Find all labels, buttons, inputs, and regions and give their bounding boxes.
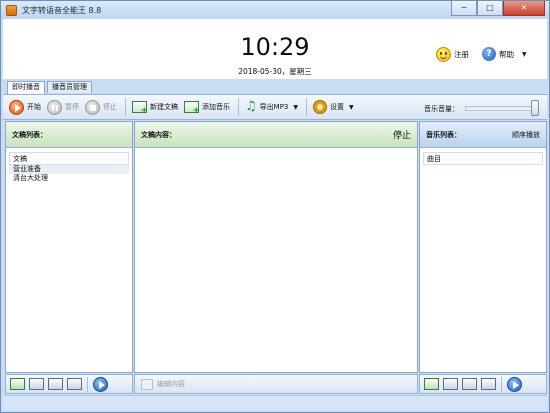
toolbar-divider — [125, 98, 126, 116]
toolbar-divider — [306, 98, 307, 116]
document-list-title: 文稿列表： — [6, 122, 132, 148]
volume-slider-track[interactable] — [465, 106, 539, 111]
music-list-title: 音乐列表： — [426, 130, 461, 139]
toolbar-divider — [238, 98, 239, 116]
document-content-title: 文稿内容： — [141, 130, 176, 139]
content-edit-toolbar: 编辑内容 — [134, 374, 418, 394]
export-mp3-label: 导出MP3 — [259, 103, 289, 111]
pause-button[interactable]: 暂停 — [47, 99, 79, 115]
stop-label: 停止 — [103, 103, 117, 111]
register-label: 注册 — [454, 50, 469, 59]
document-column-header[interactable]: 文稿 — [9, 152, 129, 165]
minimize-button[interactable]: ─ — [451, 1, 477, 16]
close-button[interactable]: ✕ — [503, 1, 545, 16]
add-music-button[interactable]: 添加音乐 — [184, 101, 230, 116]
volume-slider-handle[interactable] — [531, 100, 539, 116]
settings-label: 设置 — [330, 103, 344, 111]
window-title: 文字转语音全能王 8.8 — [22, 5, 102, 15]
register-button[interactable]: 注册 — [436, 47, 469, 62]
clock-header: 10:29 2018-05-30，星期三 注册 ? 帮助 ▼ — [3, 19, 547, 79]
edit-content-label[interactable]: 编辑内容 — [157, 379, 185, 389]
document-list-pane: 文稿列表： 文稿 营业准备 清台大处理 — [5, 121, 133, 373]
toolbar-divider — [501, 376, 502, 392]
move-down-icon[interactable] — [67, 378, 82, 390]
list-item[interactable]: 清台大处理 — [9, 174, 129, 183]
start-label: 开始 — [27, 103, 41, 111]
app-window: 文字转语音全能王 8.8 ─ □ ✕ 10:29 2018-05-30，星期三 … — [0, 0, 550, 413]
pause-label: 暂停 — [65, 103, 79, 111]
app-icon — [6, 4, 17, 16]
new-document-button[interactable]: 新建文稿 — [132, 101, 178, 116]
stop-icon — [85, 99, 100, 115]
move-down-icon[interactable] — [481, 378, 496, 390]
play-icon[interactable] — [93, 376, 108, 392]
new-document-label: 新建文稿 — [150, 103, 178, 111]
smiley-icon — [436, 47, 451, 62]
document-content-pane[interactable]: 文稿内容： 停止 — [134, 121, 418, 373]
status-bar — [3, 395, 547, 411]
start-button[interactable]: 开始 — [9, 99, 41, 115]
move-up-icon[interactable] — [462, 378, 477, 390]
chevron-down-icon[interactable]: ▼ — [522, 51, 527, 58]
add-icon[interactable] — [424, 378, 439, 390]
tab-bar: 即时播音 播音员管理 — [7, 81, 94, 94]
tab-live-broadcast[interactable]: 即时播音 — [7, 81, 45, 94]
gear-icon — [313, 100, 327, 114]
music-list-pane: 音乐列表： 顺序播放 曲目 — [419, 121, 547, 373]
music-note-icon: ♫ — [245, 99, 257, 114]
volume-label: 音乐音量： — [424, 105, 459, 113]
edit-icon[interactable] — [443, 378, 458, 390]
help-button[interactable]: ? 帮助 ▼ — [482, 47, 527, 61]
export-mp3-button[interactable]: ♫ 导出MP3 ▼ — [245, 99, 298, 114]
track-column-header[interactable]: 曲目 — [423, 152, 543, 165]
play-order-button[interactable]: 顺序播放 — [512, 130, 540, 140]
stop-button[interactable]: 停止 — [85, 99, 117, 115]
pause-icon — [47, 99, 62, 115]
edit-icon[interactable] — [29, 378, 44, 390]
new-document-icon — [132, 101, 148, 116]
music-list-toolbar — [419, 374, 547, 394]
window-controls: ─ □ ✕ — [451, 1, 545, 16]
add-icon[interactable] — [10, 378, 25, 390]
settings-button[interactable]: 设置 ▼ — [313, 100, 354, 114]
add-music-icon — [184, 101, 200, 116]
document-list-toolbar — [5, 374, 133, 394]
clock-date: 2018-05-30，星期三 — [238, 67, 312, 76]
help-icon: ? — [482, 47, 496, 61]
toolbar: 开始 暂停 停止 新建文稿 添加音乐 ♫ 导出MP3 ▼ 设置 ▼ — [3, 94, 547, 120]
help-label: 帮助 — [499, 49, 514, 59]
playback-status: 停止 — [392, 131, 411, 141]
play-icon[interactable] — [507, 376, 522, 392]
tab-announcer-management[interactable]: 播音员管理 — [47, 81, 92, 93]
maximize-button[interactable]: □ — [477, 1, 503, 16]
document-content-header: 文稿内容： 停止 — [135, 122, 417, 148]
chevron-down-icon[interactable]: ▼ — [349, 104, 354, 111]
toolbar-divider — [87, 376, 88, 392]
chevron-down-icon[interactable]: ▼ — [293, 104, 298, 111]
play-icon — [9, 99, 24, 115]
list-item[interactable]: 营业准备 — [9, 165, 129, 174]
title-bar[interactable]: 文字转语音全能王 8.8 ─ □ ✕ — [1, 1, 549, 19]
edit-content-icon[interactable] — [141, 378, 153, 390]
add-music-label: 添加音乐 — [202, 103, 230, 111]
music-list-header: 音乐列表： 顺序播放 — [420, 122, 546, 148]
move-up-icon[interactable] — [48, 378, 63, 390]
